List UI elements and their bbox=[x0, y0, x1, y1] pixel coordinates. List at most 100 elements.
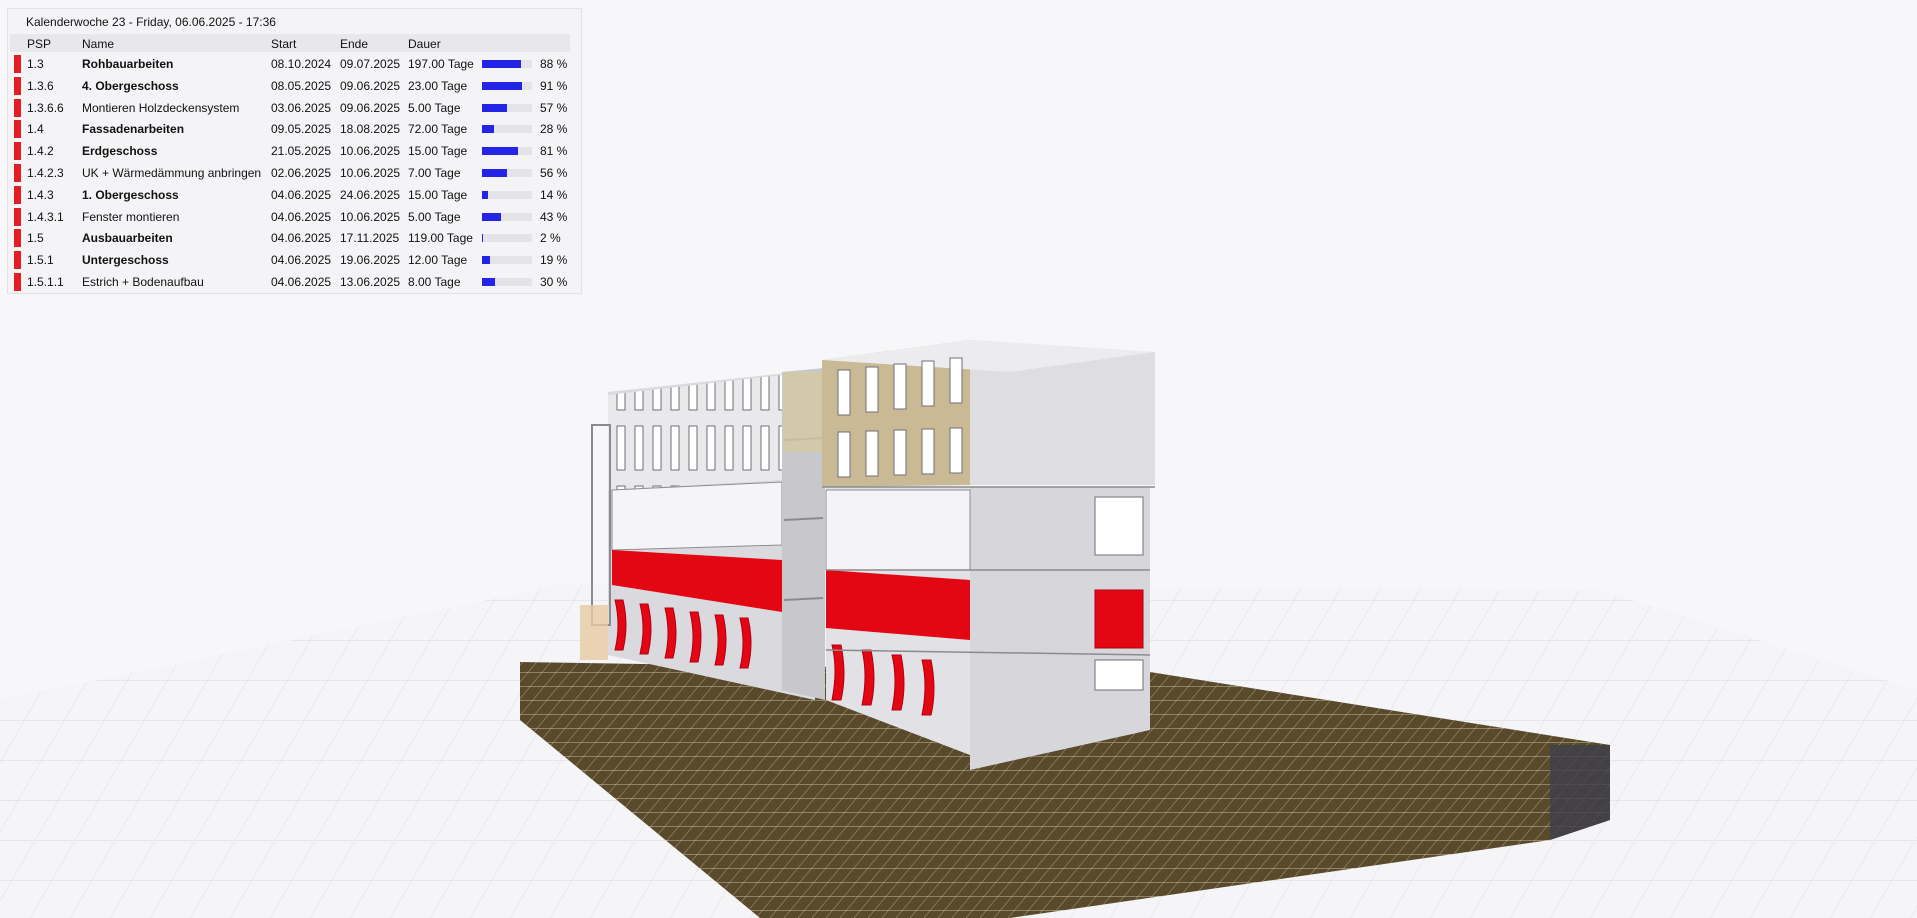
header-ende[interactable]: Ende bbox=[340, 37, 368, 51]
status-marker bbox=[14, 207, 21, 226]
name-cell: Untergeschoss bbox=[82, 253, 169, 268]
progress-bar bbox=[482, 103, 532, 112]
table-row[interactable]: 1.4.2.3 UK + Wärmedämmung anbringen 02.06.… bbox=[8, 162, 583, 183]
name-cell: Montieren Holzdeckensystem bbox=[82, 100, 240, 115]
progress-fill bbox=[482, 256, 490, 265]
status-marker bbox=[14, 229, 21, 248]
dauer-cell: 5.00 Tage bbox=[408, 209, 461, 224]
progress-fill bbox=[482, 212, 501, 221]
percent-cell: 88 % bbox=[540, 57, 568, 71]
start-cell: 04.06.2025 bbox=[271, 231, 332, 246]
psp-cell: 1.5.1 bbox=[27, 253, 54, 268]
progress-fill bbox=[482, 103, 507, 112]
percent-cell: 43 % bbox=[540, 209, 568, 224]
progress-fill bbox=[482, 60, 521, 68]
table-row[interactable]: 1.4 Fassadenarbeiten 09.05.2025 18.08.2025 7… bbox=[8, 118, 583, 139]
start-cell: 04.06.2025 bbox=[271, 209, 332, 224]
table-row[interactable]: 1.4.3 1. Obergeschoss 04.06.2025 24.06.2025… bbox=[8, 184, 583, 205]
progress-bar bbox=[482, 60, 532, 68]
header-psp[interactable]: PSP bbox=[27, 37, 51, 51]
table-row[interactable]: 1.4.2 Erdgeschoss 21.05.2025 10.06.2025 15.0… bbox=[8, 140, 583, 161]
building-right-block bbox=[822, 340, 1155, 770]
table-row[interactable]: 1.4.3.1 Fenster montieren 04.06.2025 10.06.… bbox=[8, 206, 583, 227]
start-cell: 03.06.2025 bbox=[271, 100, 332, 115]
progress-bar bbox=[482, 190, 532, 199]
psp-cell: 1.4.2 bbox=[27, 144, 54, 159]
progress-fill bbox=[482, 169, 507, 177]
dauer-cell: 7.00 Tage bbox=[408, 166, 461, 180]
progress-fill bbox=[482, 278, 495, 286]
progress-bar bbox=[482, 256, 532, 265]
ende-cell: 17.11.2025 bbox=[340, 231, 400, 246]
table-row[interactable]: 1.5 Ausbauarbeiten 04.06.2025 17.11.2025 119… bbox=[8, 227, 583, 248]
status-marker bbox=[14, 273, 21, 291]
percent-cell: 30 % bbox=[540, 275, 568, 289]
progress-bar bbox=[482, 81, 532, 90]
table-row[interactable]: 1.5.1.1 Estrich + Bodenaufbau 04.06.2025 13… bbox=[8, 271, 583, 292]
name-cell: Ausbauarbeiten bbox=[82, 231, 173, 246]
progress-fill bbox=[482, 147, 518, 156]
table-header: PSP Name Start Ende Dauer bbox=[10, 34, 570, 52]
header-dauer[interactable]: Dauer bbox=[408, 37, 441, 51]
table-row[interactable]: 1.5.1 Untergeschoss 04.06.2025 19.06.2025 12… bbox=[8, 249, 583, 270]
progress-bar bbox=[482, 125, 532, 134]
name-cell: 4. Obergeschoss bbox=[82, 78, 179, 93]
start-cell: 04.06.2025 bbox=[271, 187, 332, 202]
dauer-cell: 119.00 Tage bbox=[408, 231, 473, 246]
header-name[interactable]: Name bbox=[82, 37, 114, 51]
progress-bar bbox=[482, 278, 532, 286]
psp-cell: 1.3 bbox=[27, 57, 44, 71]
start-cell: 21.05.2025 bbox=[271, 144, 332, 159]
dauer-cell: 5.00 Tage bbox=[408, 100, 461, 115]
psp-cell: 1.5 bbox=[27, 231, 44, 246]
psp-cell: 1.4.2.3 bbox=[27, 166, 64, 180]
status-marker bbox=[14, 164, 21, 182]
start-cell: 08.10.2024 bbox=[271, 57, 332, 71]
dauer-cell: 15.00 Tage bbox=[408, 187, 468, 202]
name-cell: Fassadenarbeiten bbox=[82, 122, 185, 137]
building-left-wing bbox=[580, 370, 815, 700]
header-start[interactable]: Start bbox=[271, 37, 296, 51]
table-row[interactable]: 1.3.6.6 Montieren Holzdeckensystem 03.06.2… bbox=[8, 97, 583, 118]
progress-fill bbox=[482, 190, 488, 199]
dauer-cell: 15.00 Tage bbox=[408, 144, 468, 159]
ende-cell: 24.06.2025 bbox=[340, 187, 401, 202]
percent-cell: 57 % bbox=[540, 100, 568, 115]
ende-cell: 09.06.2025 bbox=[340, 100, 401, 115]
psp-cell: 1.4.3 bbox=[27, 187, 54, 202]
percent-cell: 81 % bbox=[540, 144, 568, 159]
progress-bar bbox=[482, 212, 532, 221]
progress-fill bbox=[482, 125, 494, 134]
status-marker bbox=[14, 98, 21, 117]
psp-cell: 1.4.3.1 bbox=[27, 209, 64, 224]
ende-cell: 10.06.2025 bbox=[340, 144, 401, 159]
ende-cell: 10.06.2025 bbox=[340, 209, 401, 224]
dauer-cell: 23.00 Tage bbox=[408, 78, 468, 93]
percent-cell: 91 % bbox=[540, 78, 568, 93]
start-cell: 02.06.2025 bbox=[271, 166, 332, 180]
table-row[interactable]: 1.3.6 4. Obergeschoss 08.05.2025 09.06.2025… bbox=[8, 75, 583, 96]
status-marker bbox=[14, 76, 21, 95]
psp-cell: 1.3.6.6 bbox=[27, 100, 64, 115]
progress-bar bbox=[482, 234, 532, 243]
start-cell: 04.06.2025 bbox=[271, 253, 332, 268]
progress-bar bbox=[482, 169, 532, 177]
progress-fill bbox=[482, 234, 483, 243]
schedule-panel: Kalenderwoche 23 - Friday, 06.06.2025 - … bbox=[7, 8, 582, 294]
dauer-cell: 12.00 Tage bbox=[408, 253, 468, 268]
ende-cell: 19.06.2025 bbox=[340, 253, 401, 268]
psp-cell: 1.4 bbox=[27, 122, 44, 137]
dauer-cell: 72.00 Tage bbox=[408, 122, 468, 137]
name-cell: 1. Obergeschoss bbox=[82, 187, 179, 202]
percent-cell: 56 % bbox=[540, 166, 568, 180]
percent-cell: 28 % bbox=[540, 122, 568, 137]
ende-cell: 09.06.2025 bbox=[340, 78, 401, 93]
table-row[interactable]: 1.3 Rohbauarbeiten 08.10.2024 09.07.2025 197… bbox=[8, 53, 583, 74]
status-marker bbox=[14, 185, 21, 204]
progress-bar bbox=[482, 147, 532, 156]
building-core bbox=[782, 368, 825, 700]
status-marker bbox=[14, 55, 21, 73]
name-cell: Rohbauarbeiten bbox=[82, 57, 174, 71]
name-cell: Estrich + Bodenaufbau bbox=[82, 275, 204, 289]
ende-cell: 09.07.2025 bbox=[340, 57, 401, 71]
